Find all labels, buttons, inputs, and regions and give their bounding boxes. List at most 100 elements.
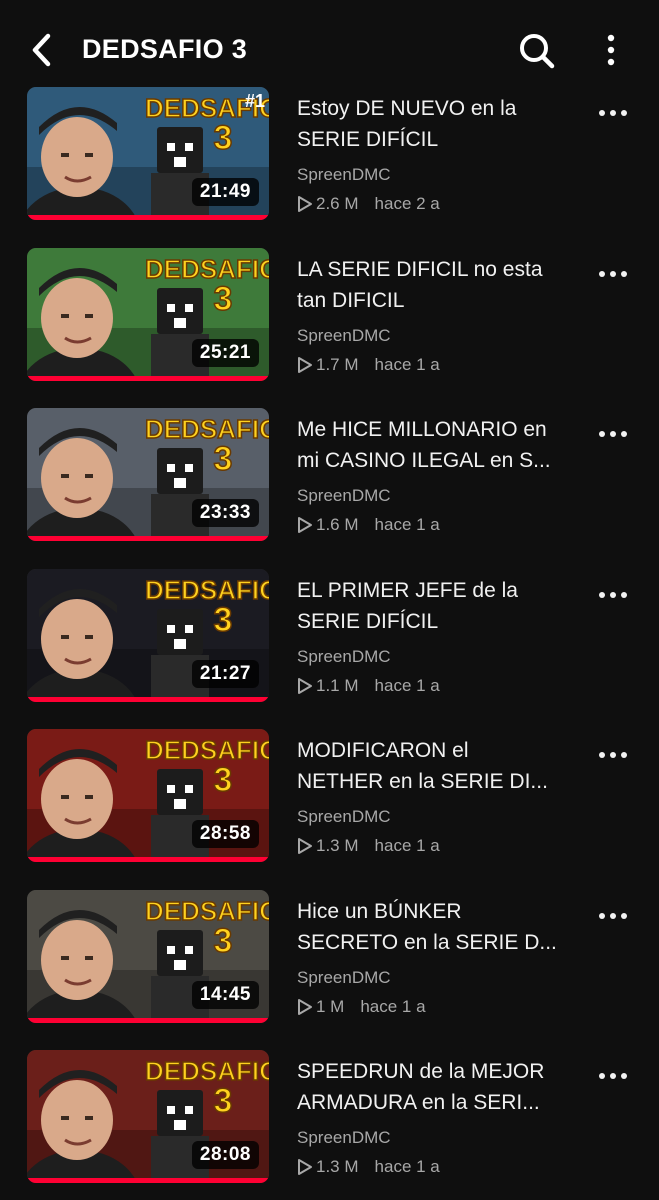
video-thumbnail[interactable]: DEDSAFIO 3 #1 21:49 [27,87,269,220]
view-count: 1.6 M [316,515,359,534]
play-icon [298,998,312,1015]
video-meta: 1.6 M hace 1 a [297,515,440,535]
video-more-options-button[interactable] [596,1066,630,1086]
more-dot-icon [599,270,605,277]
thumbnail-badge-text: DEDSAFIO [145,735,269,765]
video-item[interactable]: DEDSAFIO 3 #1 21:49 Estoy DE NUEVO en la… [0,87,659,227]
video-more-options-button[interactable] [596,745,630,765]
upload-age: hace 2 a [374,194,440,213]
more-dot-icon [621,912,627,919]
video-title-line: ARMADURA en la SERI... [297,1091,540,1114]
play-icon [298,356,312,373]
video-more-options-button[interactable] [596,424,630,444]
watch-progress-bar [27,696,269,702]
more-options-button[interactable] [594,30,628,70]
video-thumbnail[interactable]: DEDSAFIO 3 21:27 [27,568,269,702]
view-count: 2.6 M [316,194,359,213]
more-dot-icon [599,110,605,116]
video-title[interactable]: SPEEDRUN de la MEJOR ARMADURA en la SERI… [297,1056,587,1118]
video-title-line: MODIFICARON el [297,739,469,762]
channel-name[interactable]: SpreenDMC [297,1128,391,1148]
video-item[interactable]: DEDSAFIO 3 14:45 Hice un BÚNKER SECRETO … [0,889,659,1030]
video-title-line: mi CASINO ILEGAL en S... [297,449,551,472]
thumbnail-number-text: 3 [214,119,233,157]
more-dot-icon [599,1073,605,1079]
thumbnail-badge-text: DEDSAFIO [145,575,269,605]
video-duration: 25:21 [191,338,259,367]
video-thumbnail[interactable]: DEDSAFIO 3 28:08 [27,1050,269,1183]
watch-progress-bar [27,857,269,862]
watch-progress-bar [27,375,269,381]
thumbnail-badge-text: DEDSAFIO [145,896,269,926]
minecraft-character [151,769,209,862]
video-duration: 21:27 [191,659,259,688]
back-button[interactable] [22,30,62,70]
video-title-line: SECRETO en la SERIE D... [297,930,557,954]
video-title[interactable]: MODIFICARON el NETHER en la SERIE DI... [297,735,587,797]
more-dot-icon [621,270,627,277]
video-title[interactable]: Me HICE MILLONARIO en mi CASINO ILEGAL e… [297,414,587,476]
channel-name[interactable]: SpreenDMC [297,968,391,988]
video-meta: 2.6 M hace 2 a [297,194,440,214]
minecraft-character [151,287,209,381]
more-dot-icon [621,752,627,758]
upload-age: hace 1 a [360,996,426,1016]
watch-progress-bar [27,215,269,220]
view-count: 1.3 M [316,1157,359,1176]
video-meta: 1.7 M hace 1 a [297,355,440,375]
video-thumbnail[interactable]: DEDSAFIO 3 28:58 [27,729,269,862]
video-more-options-button[interactable] [596,264,630,284]
more-dot-icon [610,110,616,116]
more-dot-icon [610,912,616,919]
video-item[interactable]: DEDSAFIO 3 25:21 LA SERIE DIFICIL no est… [0,247,659,388]
minecraft-character [151,608,209,702]
play-icon [298,838,312,854]
video-thumbnail[interactable]: DEDSAFIO 3 25:21 [27,247,269,381]
video-duration: 23:33 [191,499,259,527]
video-meta: 1.3 M hace 1 a [297,1157,440,1177]
video-more-options-button[interactable] [596,906,630,926]
video-duration: 28:58 [191,820,259,848]
video-title[interactable]: Estoy DE NUEVO en la SERIE DIFÍCIL [297,93,587,155]
video-more-options-button[interactable] [596,103,630,123]
minecraft-character [151,127,209,220]
thumbnail-number-text: 3 [214,922,233,960]
more-dot-icon [599,591,605,598]
video-item[interactable]: DEDSAFIO 3 28:08 SPEEDRUN de la MEJOR AR… [0,1050,659,1190]
play-icon [298,1159,312,1175]
video-thumbnail[interactable]: DEDSAFIO 3 23:33 [27,408,269,541]
video-thumbnail[interactable]: DEDSAFIO 3 14:45 [27,889,269,1023]
thumbnail-number-text: 3 [214,601,233,639]
video-title-line: Me HICE MILLONARIO en [297,418,547,441]
channel-name[interactable]: SpreenDMC [297,326,391,346]
video-item[interactable]: DEDSAFIO 3 21:27 EL PRIMER JEFE de la SE… [0,568,659,709]
video-title[interactable]: Hice un BÚNKER SECRETO en la SERIE D... [297,896,587,958]
video-more-options-button[interactable] [596,585,630,605]
video-title-line: SPEEDRUN de la MEJOR [297,1060,545,1083]
channel-name[interactable]: SpreenDMC [297,807,391,827]
thumbnail-badge-text: DEDSAFIO [145,1056,269,1086]
video-meta: 1.3 M hace 1 a [297,836,440,856]
video-title[interactable]: LA SERIE DIFICIL no esta tan DIFICIL [297,254,587,316]
episode-number: #1 [245,91,265,111]
thumbnail-badge-text: DEDSAFIO [145,414,269,444]
channel-name[interactable]: SpreenDMC [297,647,391,667]
search-button[interactable] [514,28,560,74]
more-dot-icon [610,431,616,437]
minecraft-character [151,448,209,541]
search-icon [520,34,555,69]
video-title-line: SERIE DIFÍCIL [297,609,439,633]
video-duration: 14:45 [191,980,259,1009]
thumbnail-number-text: 3 [214,280,233,318]
channel-name[interactable]: SpreenDMC [297,165,391,185]
video-item[interactable]: DEDSAFIO 3 23:33 Me HICE MILLONARIO en m… [0,408,659,548]
upload-age: hace 1 a [374,354,440,374]
thumbnail-number-text: 3 [214,761,233,799]
play-icon [298,196,312,212]
video-title-line: LA SERIE DIFICIL no esta [297,257,543,281]
view-count: 1 M [316,996,345,1016]
channel-name[interactable]: SpreenDMC [297,486,391,506]
video-title[interactable]: EL PRIMER JEFE de la SERIE DIFÍCIL [297,575,587,637]
video-item[interactable]: DEDSAFIO 3 28:58 MODIFICARON el NETHER e… [0,729,659,869]
watch-progress-bar [27,536,269,541]
